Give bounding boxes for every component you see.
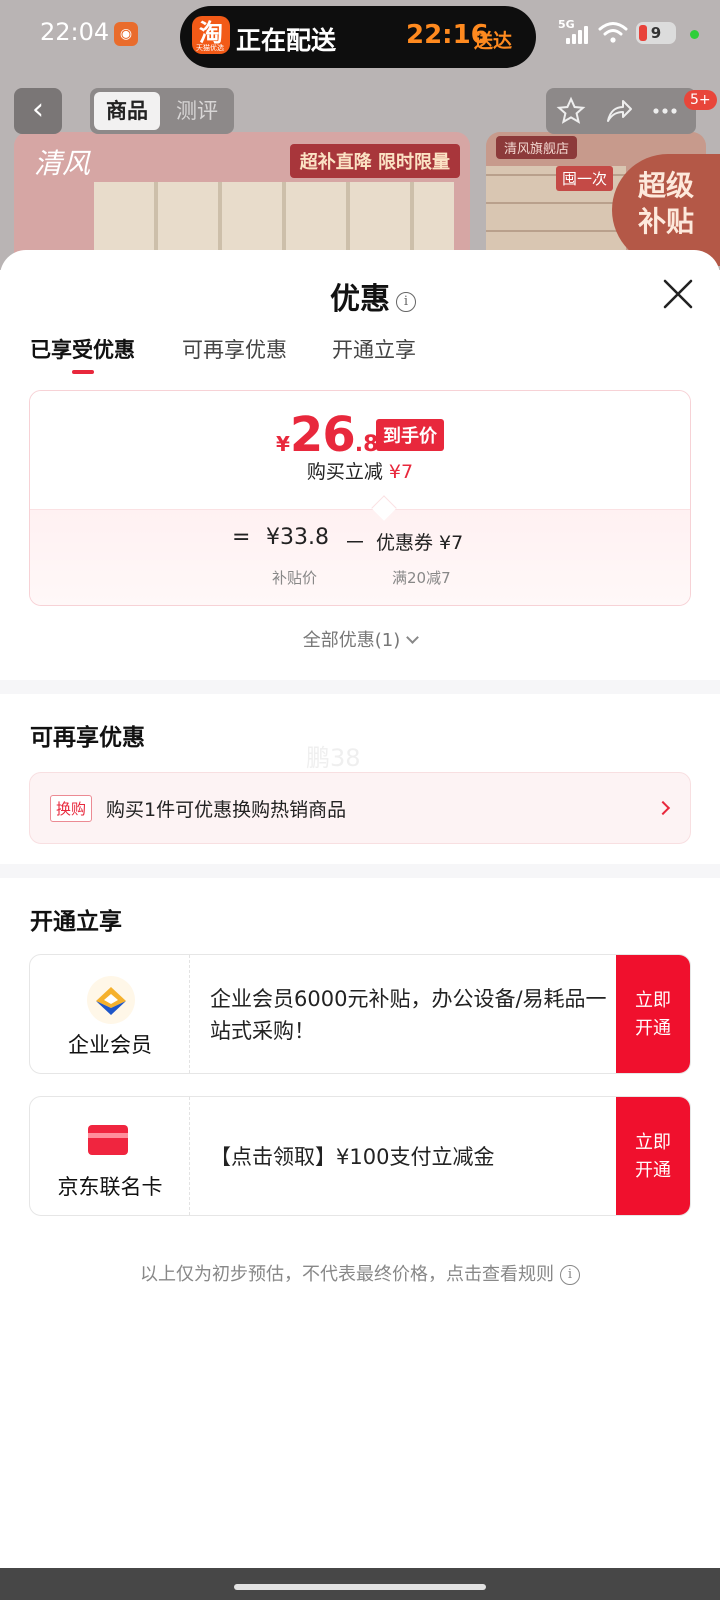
all-discounts-toggle[interactable]: 全部优惠(1) xyxy=(0,626,720,652)
signal-icon xyxy=(566,26,592,44)
tab-open-to-enjoy[interactable]: 开通立享 xyxy=(332,334,416,364)
price-breakdown-card: ¥26.8 到手价 购买立减 ¥7 = ¥33.8 － 优惠券 ¥7 补贴价 满2… xyxy=(29,390,691,606)
super-badge-line-1: 超级 xyxy=(638,169,695,202)
product-tabs: 商品 测评 xyxy=(90,88,234,134)
app-notification-icon: ◉ xyxy=(114,22,138,46)
store-name: 清风旗舰店 xyxy=(496,136,578,159)
home-indicator[interactable] xyxy=(234,1584,486,1590)
discount-sheet: 优惠 i 已享受优惠 可再享优惠 开通立享 ¥26.8 到手价 购买立减 ¥7 = … xyxy=(0,250,720,1580)
disclaimer-text: 以上仅为初步预估，不代表最终价格，点击查看规则 xyxy=(140,1264,554,1285)
dynamic-island-delivery[interactable]: 淘天猫优选 正在配送 22:16 送达 xyxy=(180,6,536,68)
section-divider xyxy=(0,680,720,694)
sheet-title-text: 优惠 xyxy=(330,282,390,317)
price-disclaimer[interactable]: 以上仅为初步预估，不代表最终价格，点击查看规则 i xyxy=(0,1260,720,1286)
exchange-offer-row[interactable]: 换购 购买1件可优惠换购热销商品 xyxy=(29,772,691,844)
sheet-title: 优惠 i xyxy=(330,274,416,317)
chevron-down-icon xyxy=(406,631,420,644)
status-bar: 22:04 ◉ 淘天猫优选 正在配送 22:16 送达 5G 9 xyxy=(0,0,720,70)
coupon-rule: 满20减7 xyxy=(392,569,451,587)
battery-level: 9 xyxy=(650,24,662,42)
offer-name: 企业会员 xyxy=(68,1033,152,1057)
final-price-tag: 到手价 xyxy=(376,419,444,451)
offer-description: 企业会员6000元补贴，办公设备/易耗品一站式采购！ xyxy=(210,987,607,1043)
open-now-button[interactable]: 立即开通 xyxy=(616,1097,690,1215)
open-now-label: 立即开通 xyxy=(635,990,671,1039)
chevron-right-icon xyxy=(655,800,671,816)
section-divider xyxy=(0,864,720,878)
price-calculation: = ¥33.8 － 优惠券 ¥7 xyxy=(30,525,690,565)
tab-product[interactable]: 商品 xyxy=(94,92,160,130)
battery-icon: 9 xyxy=(636,22,676,44)
reduction-label: 购买立减 xyxy=(306,461,383,483)
exchange-tag: 换购 xyxy=(50,795,93,822)
tab-review[interactable]: 测评 xyxy=(164,92,230,130)
exchange-offer-text: 购买1件可优惠换购热销商品 xyxy=(106,799,347,821)
open-to-enjoy-title: 开通立享 xyxy=(30,909,122,935)
info-icon[interactable]: i xyxy=(396,292,416,312)
subsidy-price-label: 补贴价 xyxy=(272,569,318,587)
active-tab-indicator xyxy=(72,370,94,374)
more-discounts-title: 可再享优惠 xyxy=(30,725,145,751)
share-icon[interactable] xyxy=(604,96,634,126)
credit-card-icon xyxy=(88,1125,128,1155)
open-now-label: 立即开通 xyxy=(635,1132,671,1181)
offer-name: 京东联名卡 xyxy=(57,1175,163,1199)
privacy-indicator xyxy=(690,30,699,39)
coupon-value: 优惠券 ¥7 xyxy=(376,532,464,554)
purchase-reduction: 购买立减 ¥7 xyxy=(30,457,690,484)
subsidy-price: ¥33.8 xyxy=(266,525,329,550)
notification-badge: 5+ xyxy=(684,90,717,110)
all-discounts-label: 全部优惠(1) xyxy=(302,630,401,651)
tab-enjoyed-discounts[interactable]: 已享受优惠 xyxy=(30,334,135,364)
reduction-amount: ¥7 xyxy=(388,461,414,483)
equals-sign: = xyxy=(232,525,251,550)
wifi-icon xyxy=(598,22,628,43)
offer-description: 【点击领取】¥100支付立减金 xyxy=(210,1145,495,1169)
delivery-status: 正在配送 xyxy=(236,26,337,55)
status-time: 22:04 xyxy=(40,18,110,46)
open-now-button[interactable]: 立即开通 xyxy=(616,955,690,1073)
minus-sign: － xyxy=(344,531,367,556)
product-actions xyxy=(546,88,696,134)
tab-more-discounts[interactable]: 可再享优惠 xyxy=(182,334,287,364)
rules-info-icon[interactable]: i xyxy=(560,1265,580,1285)
enterprise-member-icon xyxy=(87,976,135,1024)
watermark: 鹏38 xyxy=(306,744,361,772)
jd-cobrand-card-offer[interactable]: 京东联名卡 【点击领取】¥100支付立减金 立即开通 xyxy=(29,1096,691,1216)
brand-logo: 清风 xyxy=(34,147,91,180)
star-icon[interactable] xyxy=(556,96,586,126)
eta-suffix: 送达 xyxy=(474,30,513,52)
super-badge-line-2: 补贴 xyxy=(638,205,695,238)
enterprise-member-card[interactable]: 企业会员 企业会员6000元补贴，办公设备/易耗品一站式采购！ 立即开通 xyxy=(29,954,691,1074)
close-icon[interactable] xyxy=(660,276,696,312)
final-price: ¥26.8 xyxy=(276,407,379,463)
promo-banner: 超补直降 限时限量 xyxy=(289,144,460,178)
more-icon[interactable] xyxy=(650,96,680,126)
side-slogan: 囤一次 xyxy=(556,166,614,191)
back-button[interactable]: ‹ xyxy=(14,88,62,134)
taobao-icon: 淘天猫优选 xyxy=(192,16,230,54)
